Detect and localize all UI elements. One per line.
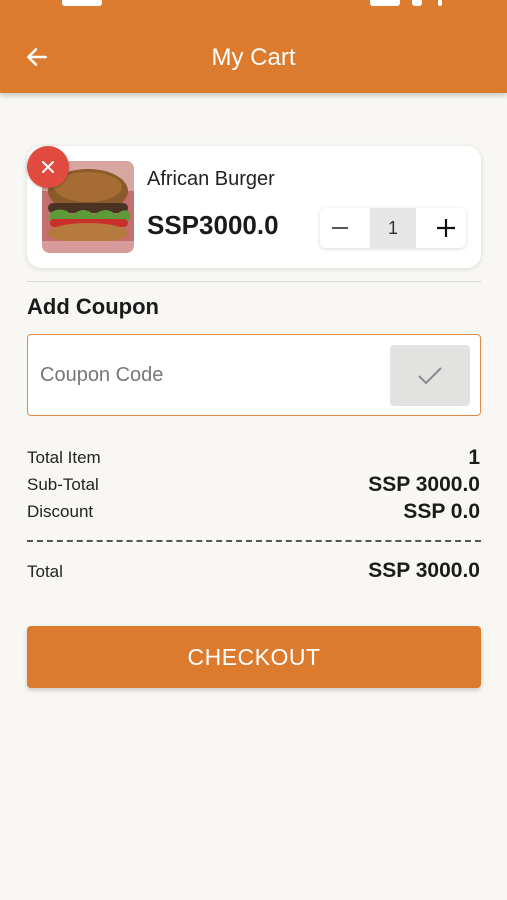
total-item-label: Total Item bbox=[27, 448, 101, 467]
page-title: My Cart bbox=[211, 44, 296, 71]
check-icon bbox=[418, 366, 442, 384]
quantity-value: 1 bbox=[370, 208, 416, 248]
discount-label: Discount bbox=[27, 502, 94, 521]
total-value: SSP 3000.0 bbox=[368, 559, 480, 582]
increase-quantity-button[interactable] bbox=[426, 208, 466, 248]
total-item-value: 1 bbox=[468, 446, 480, 469]
apply-coupon-button[interactable] bbox=[390, 345, 470, 406]
remove-item-button[interactable] bbox=[27, 146, 69, 188]
product-name: African Burger bbox=[147, 168, 275, 190]
checkout-button[interactable]: CHECKOUT bbox=[27, 626, 481, 688]
discount-value: SSP 0.0 bbox=[403, 500, 480, 523]
total-label: Total bbox=[27, 562, 63, 581]
status-bar-fragment bbox=[62, 0, 102, 6]
plus-icon bbox=[437, 219, 455, 237]
quantity-stepper: 1 bbox=[320, 208, 466, 248]
subtotal-label: Sub-Total bbox=[27, 475, 99, 494]
cart-item-card: African Burger SSP3000.0 1 bbox=[27, 146, 481, 268]
coupon-box bbox=[27, 334, 481, 416]
decrease-quantity-button[interactable] bbox=[320, 208, 360, 248]
status-bar-fragment bbox=[370, 0, 400, 6]
subtotal-value: SSP 3000.0 bbox=[368, 473, 480, 496]
product-price: SSP3000.0 bbox=[147, 210, 279, 240]
divider bbox=[27, 281, 481, 282]
coupon-heading: Add Coupon bbox=[27, 294, 159, 319]
status-bar-fragment bbox=[412, 0, 422, 6]
app-bar: My Cart bbox=[0, 0, 507, 93]
minus-icon bbox=[332, 227, 348, 229]
dashed-divider bbox=[27, 540, 481, 542]
close-icon bbox=[42, 161, 54, 173]
status-bar-fragment bbox=[438, 0, 442, 6]
coupon-code-input[interactable] bbox=[40, 355, 370, 395]
